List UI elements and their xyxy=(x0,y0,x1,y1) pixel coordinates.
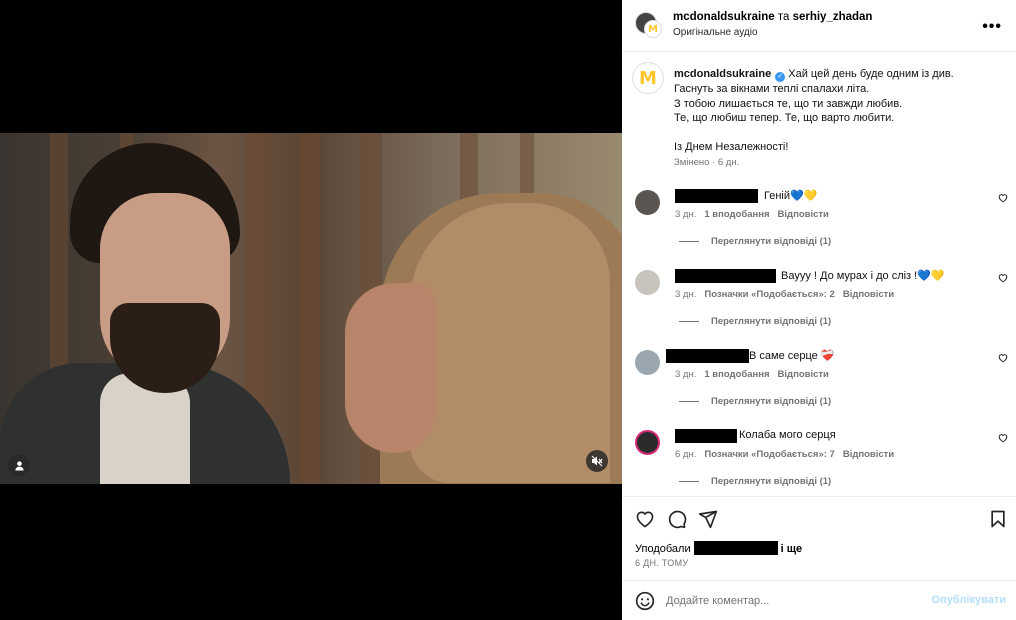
comment-text: Вауyy ! До мурах і до сліз !💙💛 xyxy=(781,270,945,282)
comment-likes[interactable]: Позначки «Подобається»: 2 xyxy=(704,289,834,300)
post-media xyxy=(0,0,622,620)
comment-likes[interactable]: 1 вподобання xyxy=(704,209,769,220)
redacted-username xyxy=(666,349,749,363)
mute-icon[interactable] xyxy=(586,450,608,472)
comment-meta: 3 дн. Позначки «Подобається»: 2 Відповісти xyxy=(675,289,894,300)
comment-icon[interactable] xyxy=(667,509,687,529)
like-comment-icon[interactable] xyxy=(998,353,1008,363)
redacted-username xyxy=(675,269,776,283)
mcdonalds-logo-icon: M xyxy=(639,67,657,89)
caption-username[interactable]: mcdonaldsukraine xyxy=(674,68,771,80)
comment-meta: 3 дн. 1 вподобання Відповісти xyxy=(675,209,829,220)
emoji-icon[interactable] xyxy=(635,591,655,611)
redacted-username xyxy=(675,189,758,203)
comment-item: В саме серце ❤️‍🩹 3 дн. 1 вподобання Відпо… xyxy=(622,345,1016,425)
like-icon[interactable] xyxy=(635,509,655,529)
likes-summary[interactable]: Уподобали і ще xyxy=(635,541,802,555)
more-horizontal-icon[interactable]: ••• xyxy=(982,18,1002,36)
caption: mcdonaldsukraine ✓ Хай цей день буде одни… xyxy=(674,67,1004,155)
post-header: M mcdonaldsukraine та serhiy_zhadan Ориг… xyxy=(622,0,1016,52)
post-panel: M mcdonaldsukraine та serhiy_zhadan Ориг… xyxy=(622,0,1016,620)
caption-line-3: З тобою лишається те, що ти завжди любив… xyxy=(674,97,903,110)
view-replies-button[interactable]: Переглянути відповіді (1) xyxy=(679,316,831,327)
view-replies-button[interactable]: Переглянути відповіді (1) xyxy=(679,476,831,487)
comment-item: Вауyy ! До мурах і до сліз !💙💛 3 дн. Позн… xyxy=(622,265,1016,345)
verified-badge-icon: ✓ xyxy=(775,72,786,82)
like-comment-icon[interactable] xyxy=(998,193,1008,203)
comment-time[interactable]: 6 дн. xyxy=(675,449,696,460)
comment-time[interactable]: 3 дн. xyxy=(675,369,696,380)
like-comment-icon[interactable] xyxy=(998,433,1008,443)
comment-input[interactable] xyxy=(666,590,921,612)
collaborator-username[interactable]: serhiy_zhadan xyxy=(793,11,873,23)
like-comment-icon[interactable] xyxy=(998,273,1008,283)
redacted-username xyxy=(675,429,737,443)
share-icon[interactable] xyxy=(698,509,718,529)
save-bookmark-icon[interactable] xyxy=(988,509,1008,529)
comment-text: Геній💙💛 xyxy=(764,190,818,202)
comment-text: Колаба мого серця xyxy=(739,429,836,441)
video-frame[interactable] xyxy=(0,133,622,484)
user-tag-icon[interactable] xyxy=(8,454,30,476)
comment-item: Колаба мого серця 6 дн. Позначки «Подобає… xyxy=(622,425,1016,505)
caption-avatar[interactable]: M xyxy=(632,62,664,94)
post-button[interactable]: Опублікувати xyxy=(932,594,1006,606)
caption-meta: Змінено · 6 дн. xyxy=(674,157,740,168)
comment-time[interactable]: 3 дн. xyxy=(675,289,696,300)
post-date[interactable]: 6 ДН. ТОМУ xyxy=(635,558,688,568)
header-accounts: mcdonaldsukraine та serhiy_zhadan xyxy=(673,11,872,23)
comment-meta: 3 дн. 1 вподобання Відповісти xyxy=(675,369,829,380)
reply-button[interactable]: Відповісти xyxy=(843,449,894,460)
view-replies-button[interactable]: Переглянути відповіді (1) xyxy=(679,396,831,407)
comment-meta: 6 дн. Позначки «Подобається»: 7 Відповісти xyxy=(675,449,894,460)
audio-link[interactable]: Оригінальне аудіо xyxy=(673,27,758,38)
caption-line-2: Гаснуть за вікнами теплі спалахи літа. xyxy=(674,83,870,95)
joiner-text: та xyxy=(774,11,793,23)
comment-text: В саме серце ❤️‍🩹 xyxy=(749,350,835,362)
commenter-avatar[interactable] xyxy=(635,270,660,295)
reply-button[interactable]: Відповісти xyxy=(778,209,829,220)
action-bar: Уподобали і ще 6 ДН. ТОМУ xyxy=(622,496,1016,580)
likes-prefix: Уподобали xyxy=(635,543,691,555)
caption-closing: Із Днем Незалежності! xyxy=(674,141,789,153)
caption-line-4: Те, що любиш тепер. Те, що варто любити. xyxy=(674,112,895,124)
commenter-avatar[interactable] xyxy=(635,350,660,375)
redacted-username xyxy=(693,541,778,555)
caption-line-1: Хай цей день буде одним із див. xyxy=(788,68,954,80)
comment-item: Геній💙💛 3 дн. 1 вподобання Відповісти Пере… xyxy=(622,185,1016,265)
commenter-avatar[interactable] xyxy=(635,430,660,455)
reply-button[interactable]: Відповісти xyxy=(778,369,829,380)
commenter-avatar[interactable] xyxy=(635,190,660,215)
comment-composer: Опублікувати xyxy=(622,580,1016,620)
comment-likes[interactable]: 1 вподобання xyxy=(704,369,769,380)
comment-likes[interactable]: Позначки «Подобається»: 7 xyxy=(704,449,834,460)
comment-time[interactable]: 3 дн. xyxy=(675,209,696,220)
view-replies-button[interactable]: Переглянути відповіді (1) xyxy=(679,236,831,247)
likes-suffix[interactable]: і ще xyxy=(781,543,803,555)
mcdonalds-avatar[interactable]: M xyxy=(644,20,662,38)
author-username[interactable]: mcdonaldsukraine xyxy=(673,11,775,23)
reply-button[interactable]: Відповісти xyxy=(843,289,894,300)
